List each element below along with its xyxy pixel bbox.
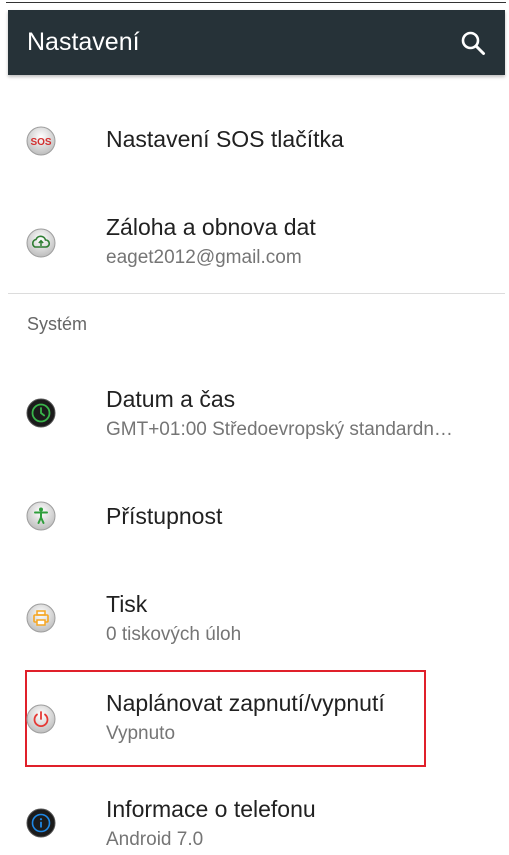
settings-item-title: Nastavení SOS tlačítka [106, 126, 344, 152]
settings-item-subtitle: Vypnuto [106, 723, 176, 744]
info-icon [26, 808, 56, 838]
power-icon [26, 704, 56, 734]
page-title: Nastavení [27, 28, 140, 56]
settings-item-title: Tisk [106, 591, 148, 617]
section-divider [8, 293, 505, 294]
svg-text:SOS: SOS [30, 137, 51, 148]
settings-item-subtitle: eaget2012@gmail.com [106, 247, 302, 268]
settings-item-title: Záloha a obnova dat [106, 214, 316, 240]
settings-item-subtitle: Android 7.0 [106, 829, 204, 850]
settings-item-title: Naplánovat zapnutí/vypnutí [106, 690, 385, 716]
search-icon [461, 31, 485, 55]
settings-item-schedule-power[interactable]: Naplánovat zapnutí/vypnutí Vypnuto [8, 674, 505, 764]
cloud-backup-icon [26, 228, 56, 258]
settings-item-backup[interactable]: Záloha a obnova dat eaget2012@gmail.com [8, 198, 505, 288]
settings-item-accessibility[interactable]: Přístupnost [8, 475, 505, 561]
sos-icon: SOS [26, 126, 56, 156]
printer-icon [26, 603, 56, 633]
app-bar: Nastavení [8, 10, 505, 75]
settings-item-subtitle: 0 tiskových úloh [106, 624, 242, 645]
settings-item-about-phone[interactable]: Informace o telefonu Android 7.0 [8, 780, 505, 855]
settings-item-subtitle: GMT+01:00 Středoevropský standardn… [106, 419, 453, 440]
clock-icon [26, 398, 56, 428]
settings-item-sos[interactable]: SOS Nastavení SOS tlačítka [8, 98, 505, 184]
search-button[interactable] [449, 19, 497, 67]
settings-item-title: Přístupnost [106, 503, 223, 529]
accessibility-icon [26, 501, 56, 531]
section-header-system: Systém [27, 314, 88, 334]
top-border-line [6, 2, 506, 3]
settings-item-title: Informace o telefonu [106, 796, 316, 822]
settings-item-print[interactable]: Tisk 0 tiskových úloh [8, 575, 505, 665]
settings-item-title: Datum a čas [106, 386, 236, 412]
settings-item-date-time[interactable]: Datum a čas GMT+01:00 Středoevropský sta… [8, 370, 505, 460]
